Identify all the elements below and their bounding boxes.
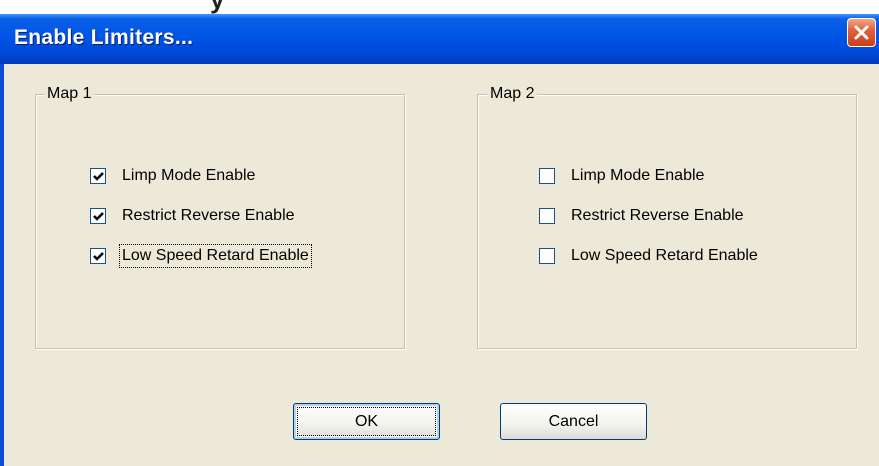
ok-focus-ring bbox=[297, 407, 436, 436]
map2-limp-mode-label: Limp Mode Enable bbox=[571, 167, 705, 184]
window-frame-left bbox=[0, 64, 4, 466]
check-mark-icon bbox=[93, 212, 104, 221]
close-icon bbox=[854, 25, 869, 40]
close-button[interactable] bbox=[847, 18, 876, 47]
partial-background-text: y bbox=[210, 0, 225, 14]
dialog-title: Enable Limiters... bbox=[14, 26, 194, 49]
enable-limiters-dialog: Enable Limiters... Map 1 Limp Mode Enabl… bbox=[0, 14, 879, 466]
map1-low-speed-retard-checkbox[interactable] bbox=[90, 248, 106, 264]
map1-limp-mode-label: Limp Mode Enable bbox=[122, 167, 256, 184]
map2-low-speed-retard-checkbox[interactable] bbox=[539, 248, 555, 264]
map-1-group: Map 1 Limp Mode Enable Restrict Reverse … bbox=[35, 83, 405, 349]
check-mark-icon bbox=[93, 172, 104, 181]
map1-restrict-reverse-checkbox[interactable] bbox=[90, 208, 106, 224]
ok-button[interactable]: OK bbox=[293, 403, 440, 440]
map2-restrict-reverse-label: Restrict Reverse Enable bbox=[571, 207, 744, 224]
map2-low-speed-retard-label: Low Speed Retard Enable bbox=[571, 247, 758, 264]
top-strip-partial-text: y bbox=[0, 0, 879, 14]
check-mark-icon bbox=[93, 252, 104, 261]
map1-low-speed-retard-label: Low Speed Retard Enable bbox=[119, 244, 312, 268]
cancel-button-label: Cancel bbox=[548, 413, 599, 430]
map2-limp-mode-checkbox[interactable] bbox=[539, 168, 555, 184]
map1-restrict-reverse-label: Restrict Reverse Enable bbox=[122, 207, 295, 224]
map-2-legend: Map 2 bbox=[487, 83, 538, 105]
map2-restrict-reverse-checkbox[interactable] bbox=[539, 208, 555, 224]
map-2-group: Map 2 Limp Mode Enable Restrict Reverse … bbox=[477, 83, 857, 349]
map-1-legend: Map 1 bbox=[44, 83, 95, 105]
cancel-button[interactable]: Cancel bbox=[500, 403, 647, 440]
map1-limp-mode-checkbox[interactable] bbox=[90, 168, 106, 184]
title-bar[interactable]: Enable Limiters... bbox=[0, 14, 879, 64]
